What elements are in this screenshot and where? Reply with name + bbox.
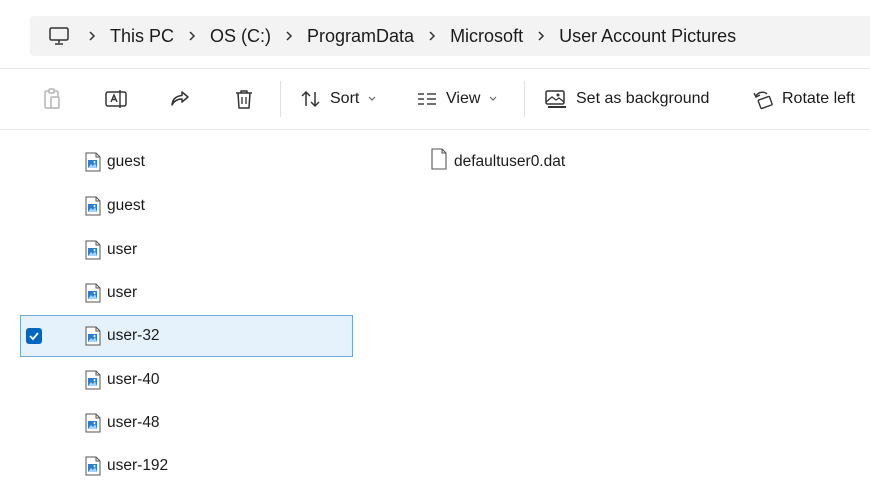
file-item[interactable]: user-192	[20, 446, 353, 486]
image-file-icon	[84, 370, 102, 390]
rotate-left-label: Rotate left	[782, 90, 855, 107]
view-label: View	[446, 90, 481, 107]
rotate-left-button[interactable]: Rotate left	[752, 87, 855, 111]
image-file-icon	[84, 326, 102, 346]
file-name: user-40	[107, 371, 160, 388]
share-icon[interactable]	[168, 87, 192, 111]
sort-label: Sort	[330, 90, 360, 107]
image-file-icon	[84, 283, 102, 303]
image-file-icon	[84, 456, 102, 476]
toolbar-separator	[524, 81, 525, 117]
address-bar-area: This PC OS (C:) ProgramData Microsoft Us…	[0, 0, 870, 68]
image-file-icon	[84, 196, 102, 216]
chevron-right-icon[interactable]	[414, 30, 450, 42]
file-name: defaultuser0.dat	[454, 152, 566, 170]
image-file-icon	[84, 240, 102, 260]
file-name: user-192	[107, 457, 169, 474]
breadcrumb-programdata[interactable]: ProgramData	[307, 26, 414, 47]
chevron-right-icon[interactable]	[74, 30, 110, 42]
image-file-icon	[84, 413, 102, 433]
chevron-right-icon[interactable]	[523, 30, 559, 42]
breadcrumb-user-account-pictures[interactable]: User Account Pictures	[559, 26, 736, 47]
breadcrumb-microsoft[interactable]: Microsoft	[450, 26, 523, 47]
file-item-selected[interactable]: user-32	[20, 315, 353, 357]
command-bar: Sort View Set as background Rotate left	[0, 69, 870, 129]
document-file-icon	[430, 148, 448, 175]
file-name: user	[107, 284, 138, 301]
set-as-background-label: Set as background	[576, 90, 710, 107]
checkmark-icon	[29, 332, 39, 341]
file-item[interactable]: guest	[20, 142, 353, 182]
sort-icon	[301, 90, 320, 108]
image-file-icon	[84, 152, 102, 172]
toolbar-separator	[280, 81, 281, 117]
view-button[interactable]: View	[416, 87, 498, 111]
file-name: guest	[107, 153, 145, 170]
computer-icon[interactable]	[48, 26, 70, 46]
sort-button[interactable]: Sort	[300, 87, 377, 111]
view-icon	[418, 93, 436, 105]
file-list: guest guest user user user-32 user-40 us…	[0, 130, 870, 476]
chevron-down-icon	[489, 96, 497, 101]
file-name: user	[107, 241, 138, 258]
delete-icon[interactable]	[232, 87, 256, 111]
file-name: user-48	[107, 414, 160, 431]
file-item-defaultuser0[interactable]: defaultuser0.dat	[430, 148, 565, 175]
file-name: guest	[107, 197, 145, 214]
chevron-right-icon[interactable]	[174, 30, 210, 42]
file-item[interactable]: user-40	[20, 360, 353, 400]
file-item[interactable]: guest	[20, 186, 353, 226]
rename-icon[interactable]	[104, 87, 128, 111]
chevron-right-icon[interactable]	[271, 30, 307, 42]
breadcrumb: This PC OS (C:) ProgramData Microsoft Us…	[48, 16, 736, 56]
file-item[interactable]: user	[20, 273, 353, 313]
selection-checkbox[interactable]	[26, 328, 42, 344]
set-as-background-button[interactable]: Set as background	[544, 87, 709, 111]
file-name: user-32	[107, 327, 160, 344]
breadcrumb-this-pc[interactable]: This PC	[110, 26, 174, 47]
file-item[interactable]: user-48	[20, 403, 353, 443]
set-background-icon	[545, 90, 566, 108]
address-bar[interactable]: This PC OS (C:) ProgramData Microsoft Us…	[30, 16, 870, 56]
paste-icon[interactable]	[40, 87, 64, 111]
file-item[interactable]: user	[20, 230, 353, 270]
chevron-down-icon	[368, 96, 376, 101]
breadcrumb-os-c[interactable]: OS (C:)	[210, 26, 271, 47]
rotate-left-icon	[753, 91, 773, 110]
